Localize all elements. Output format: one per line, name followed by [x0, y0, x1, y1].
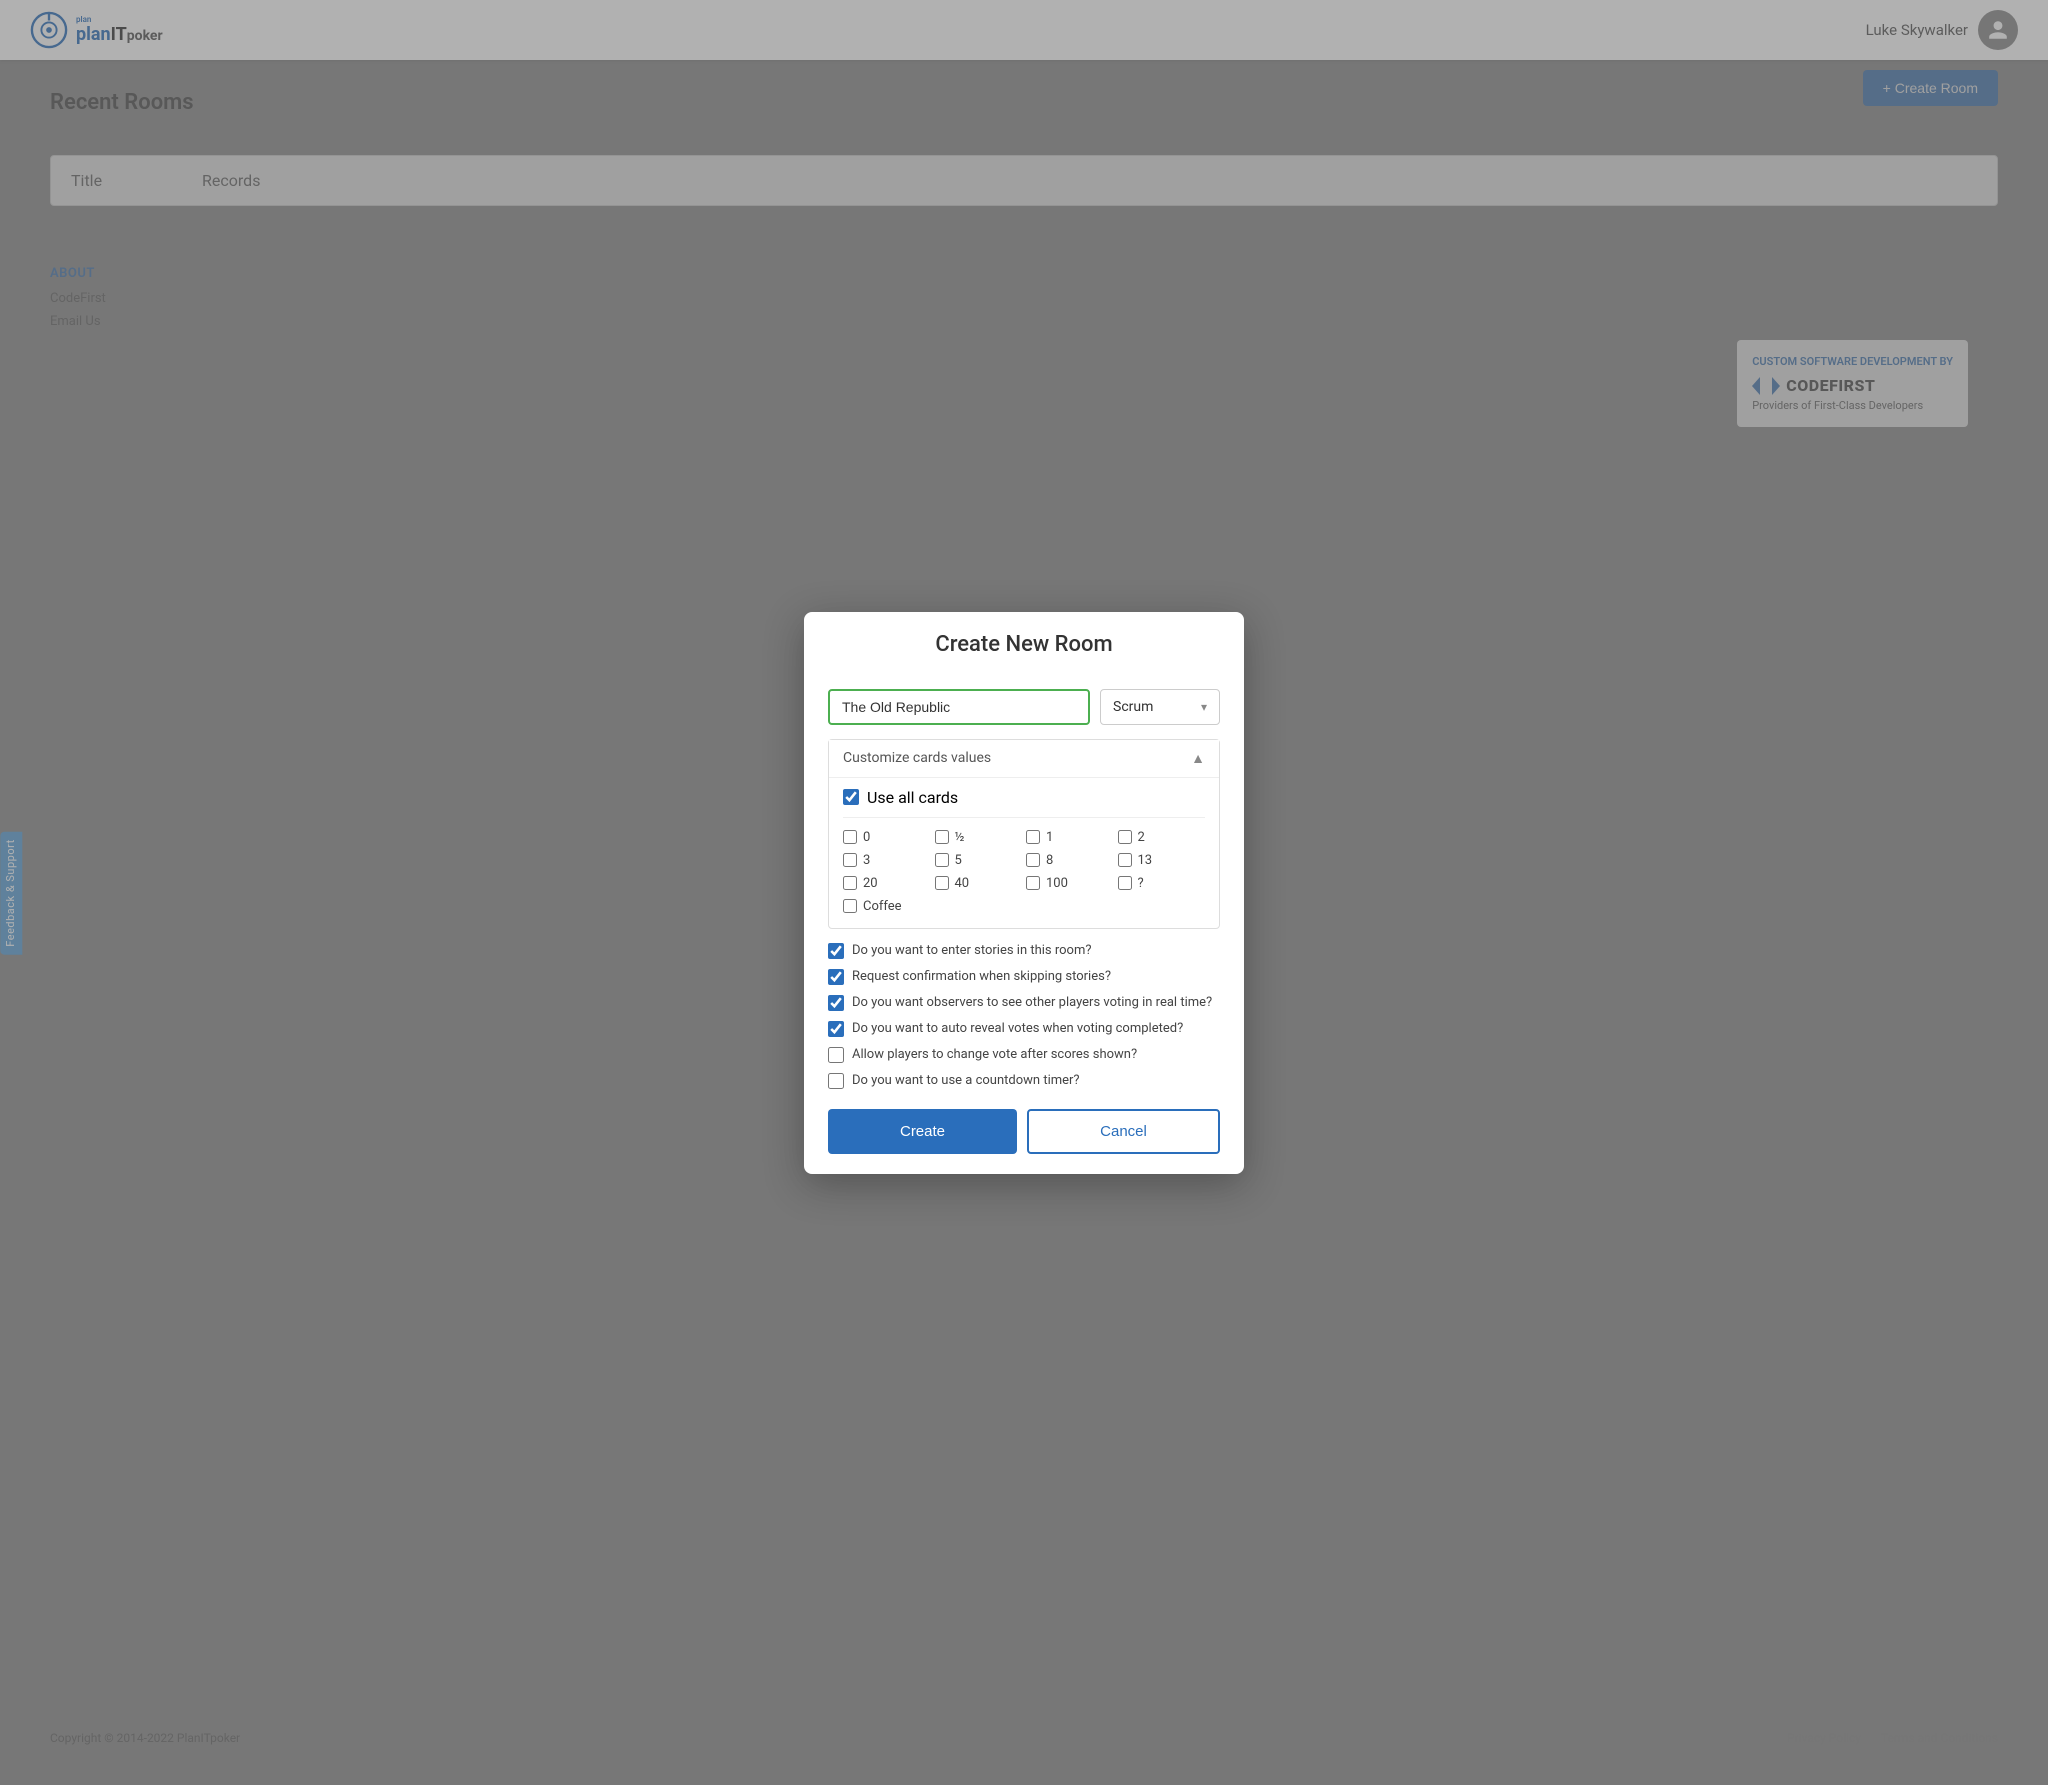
card-option-5: 5 — [935, 853, 1023, 868]
option-checkbox-1[interactable] — [828, 969, 844, 985]
card-label-half: ½ — [955, 830, 965, 845]
option-checkbox-2[interactable] — [828, 995, 844, 1011]
room-type-select[interactable]: Scrum ▾ — [1100, 689, 1220, 725]
card-checkbox-coffee[interactable] — [843, 899, 857, 913]
option-label-2: Do you want observers to see other playe… — [852, 995, 1212, 1010]
card-checkbox-0[interactable] — [843, 830, 857, 844]
card-label-100: 100 — [1046, 876, 1068, 891]
card-label-q: ? — [1138, 876, 1144, 891]
options-list: Do you want to enter stories in this roo… — [828, 943, 1220, 1089]
card-option-q: ? — [1118, 876, 1206, 891]
card-checkbox-2[interactable] — [1118, 830, 1132, 844]
option-item-2: Do you want observers to see other playe… — [828, 995, 1220, 1011]
use-all-cards-label: Use all cards — [867, 788, 958, 807]
card-checkbox-5[interactable] — [935, 853, 949, 867]
modal-overlay: Create New Room Scrum ▾ Customize cards … — [0, 0, 2048, 1785]
cards-grid: 0 ½ 1 2 3 — [843, 830, 1205, 914]
card-label-1: 1 — [1046, 830, 1053, 845]
card-option-coffee: Coffee — [843, 899, 931, 914]
card-label-coffee: Coffee — [863, 899, 902, 914]
card-option-half: ½ — [935, 830, 1023, 845]
card-checkbox-100[interactable] — [1026, 876, 1040, 890]
card-label-3: 3 — [863, 853, 870, 868]
option-item-4: Allow players to change vote after score… — [828, 1047, 1220, 1063]
card-option-1: 1 — [1026, 830, 1114, 845]
card-label-5: 5 — [955, 853, 962, 868]
card-checkbox-1[interactable] — [1026, 830, 1040, 844]
chevron-down-icon: ▾ — [1201, 700, 1207, 714]
option-checkbox-0[interactable] — [828, 943, 844, 959]
modal-footer: Create Cancel — [804, 1109, 1244, 1174]
card-label-0: 0 — [863, 830, 870, 845]
card-label-40: 40 — [955, 876, 970, 891]
option-item-1: Request confirmation when skipping stori… — [828, 969, 1220, 985]
cancel-button[interactable]: Cancel — [1027, 1109, 1220, 1154]
card-option-13: 13 — [1118, 853, 1206, 868]
room-name-input[interactable] — [828, 689, 1090, 725]
create-room-modal: Create New Room Scrum ▾ Customize cards … — [804, 612, 1244, 1174]
option-checkbox-4[interactable] — [828, 1047, 844, 1063]
card-option-2: 2 — [1118, 830, 1206, 845]
room-type-value: Scrum — [1113, 699, 1153, 715]
card-option-20: 20 — [843, 876, 931, 891]
card-label-8: 8 — [1046, 853, 1053, 868]
customize-body: Use all cards 0 ½ 1 — [829, 777, 1219, 928]
option-checkbox-5[interactable] — [828, 1073, 844, 1089]
option-label-5: Do you want to use a countdown timer? — [852, 1073, 1080, 1088]
card-option-3: 3 — [843, 853, 931, 868]
option-item-0: Do you want to enter stories in this roo… — [828, 943, 1220, 959]
customize-section: Customize cards values ▲ Use all cards 0 — [828, 739, 1220, 929]
room-inputs: Scrum ▾ — [828, 689, 1220, 725]
card-label-2: 2 — [1138, 830, 1145, 845]
create-button[interactable]: Create — [828, 1109, 1017, 1154]
use-all-cards-checkbox[interactable] — [843, 789, 859, 805]
card-option-100: 100 — [1026, 876, 1114, 891]
card-checkbox-3[interactable] — [843, 853, 857, 867]
card-option-8: 8 — [1026, 853, 1114, 868]
option-item-5: Do you want to use a countdown timer? — [828, 1073, 1220, 1089]
option-item-3: Do you want to auto reveal votes when vo… — [828, 1021, 1220, 1037]
card-checkbox-8[interactable] — [1026, 853, 1040, 867]
card-checkbox-40[interactable] — [935, 876, 949, 890]
customize-header[interactable]: Customize cards values ▲ — [829, 740, 1219, 777]
option-checkbox-3[interactable] — [828, 1021, 844, 1037]
option-label-4: Allow players to change vote after score… — [852, 1047, 1137, 1062]
card-checkbox-20[interactable] — [843, 876, 857, 890]
card-option-40: 40 — [935, 876, 1023, 891]
use-all-cards: Use all cards — [843, 788, 1205, 818]
modal-body: Scrum ▾ Customize cards values ▲ Use all… — [804, 673, 1244, 1109]
card-label-13: 13 — [1138, 853, 1153, 868]
card-checkbox-q[interactable] — [1118, 876, 1132, 890]
modal-title: Create New Room — [828, 632, 1220, 657]
customize-label: Customize cards values — [843, 750, 991, 766]
card-label-20: 20 — [863, 876, 878, 891]
option-label-1: Request confirmation when skipping stori… — [852, 969, 1111, 984]
card-checkbox-half[interactable] — [935, 830, 949, 844]
card-checkbox-13[interactable] — [1118, 853, 1132, 867]
option-label-3: Do you want to auto reveal votes when vo… — [852, 1021, 1183, 1036]
modal-header: Create New Room — [804, 612, 1244, 673]
option-label-0: Do you want to enter stories in this roo… — [852, 943, 1092, 958]
collapse-icon: ▲ — [1191, 750, 1205, 767]
card-option-0: 0 — [843, 830, 931, 845]
